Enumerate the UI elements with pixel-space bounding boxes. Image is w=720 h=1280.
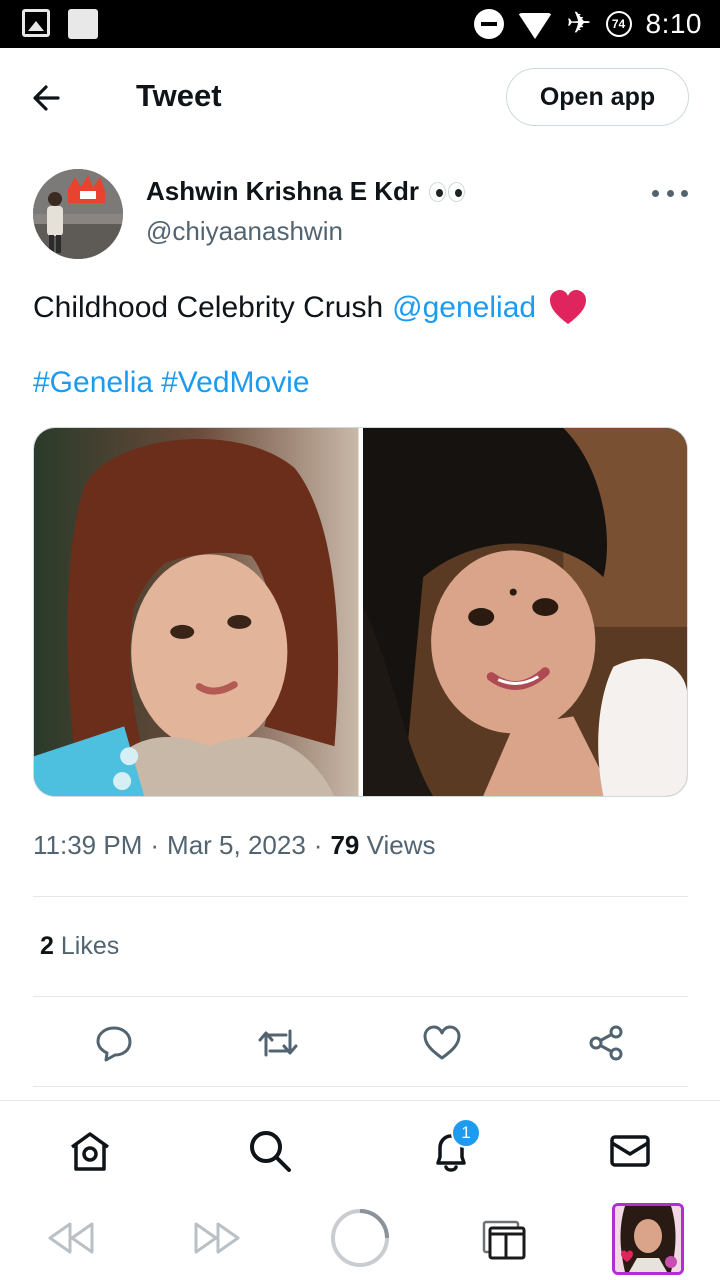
browser-forward-button[interactable] — [188, 1206, 246, 1270]
mention-link[interactable]: @geneliad — [392, 291, 536, 325]
divider — [33, 996, 688, 997]
browser-toolbar — [0, 1196, 720, 1280]
browser-back-button[interactable] — [42, 1206, 100, 1270]
retweet-button[interactable] — [253, 1018, 303, 1068]
nav-home[interactable] — [63, 1124, 117, 1178]
reply-icon — [96, 1026, 132, 1062]
photo-image — [362, 428, 687, 796]
tweet-text: Childhood Celebrity Crush @geneliad — [33, 288, 588, 328]
tab-thumbnail-image — [615, 1206, 681, 1272]
tweet-media — [33, 427, 688, 797]
tabs-button[interactable] — [478, 1206, 530, 1270]
author-name[interactable]: Ashwin Krishna E Kdr — [146, 176, 466, 207]
likes-summary[interactable]: 2 Likes — [40, 932, 119, 961]
author-name-text: Ashwin Krishna E Kdr — [146, 176, 420, 206]
loading-icon — [331, 1209, 389, 1267]
top-bar: Tweet Open app — [0, 48, 720, 146]
rewind-icon — [48, 1222, 94, 1254]
author-handle[interactable]: @chiyaanashwin — [146, 216, 343, 247]
tweet-photo-2[interactable] — [362, 428, 687, 796]
divider — [33, 1086, 688, 1087]
retweet-icon — [258, 1029, 298, 1057]
views-count: 79 — [330, 830, 360, 860]
fast-forward-icon — [194, 1222, 240, 1254]
home-icon — [70, 1132, 110, 1171]
square-icon — [68, 9, 98, 39]
tweet-text-prefix: Childhood Celebrity Crush — [33, 291, 384, 324]
clock: 8:10 — [645, 8, 702, 39]
tabs-icon — [482, 1220, 526, 1260]
loading-indicator[interactable] — [328, 1206, 392, 1270]
tweet-actions — [33, 1018, 688, 1068]
nav-search[interactable] — [243, 1124, 297, 1178]
search-icon — [250, 1131, 291, 1172]
tweet-time[interactable]: 11:39 PM — [33, 830, 142, 861]
hashtags: #Genelia #VedMovie — [33, 366, 310, 400]
hashtag-link[interactable]: #VedMovie — [161, 366, 309, 400]
hashtag-link[interactable]: #Genelia — [33, 366, 153, 400]
tweet-photo-1[interactable] — [34, 428, 359, 796]
reply-button[interactable] — [89, 1018, 139, 1068]
like-icon — [423, 1025, 461, 1060]
more-options-button[interactable] — [652, 178, 688, 208]
share-icon — [589, 1025, 623, 1061]
tweet-timestamp: 11:39 PM · Mar 5, 2023 · 79 Views — [33, 830, 436, 861]
divider — [33, 896, 688, 897]
eyes-emoji-icon — [429, 181, 466, 202]
airplane-icon: ✈ — [566, 7, 592, 40]
views-label: Views — [366, 830, 436, 860]
likes-label: Likes — [60, 932, 120, 960]
back-button[interactable] — [28, 78, 68, 118]
image-icon — [22, 9, 50, 37]
messages-icon — [610, 1135, 650, 1167]
notification-badge: 1 — [451, 1118, 481, 1148]
open-app-button[interactable]: Open app — [506, 68, 689, 126]
tweet-date[interactable]: Mar 5, 2023 — [167, 830, 306, 861]
status-bar: ✈ 74 8:10 — [0, 0, 720, 48]
red-heart-icon — [550, 290, 587, 324]
dnd-icon — [474, 9, 505, 39]
arrow-left-icon — [33, 85, 60, 111]
photo-image — [34, 428, 359, 796]
wifi-icon — [518, 13, 553, 39]
battery-icon: 74 — [605, 11, 632, 37]
tab-thumbnail[interactable] — [612, 1203, 684, 1275]
avatar[interactable] — [33, 169, 123, 259]
nav-messages[interactable] — [603, 1124, 657, 1178]
share-button[interactable] — [581, 1018, 631, 1068]
bottom-nav-border — [0, 1100, 720, 1101]
like-button[interactable] — [417, 1018, 467, 1068]
avatar-image — [33, 169, 123, 259]
likes-count: 2 — [40, 932, 54, 960]
page-title: Tweet — [136, 78, 222, 113]
